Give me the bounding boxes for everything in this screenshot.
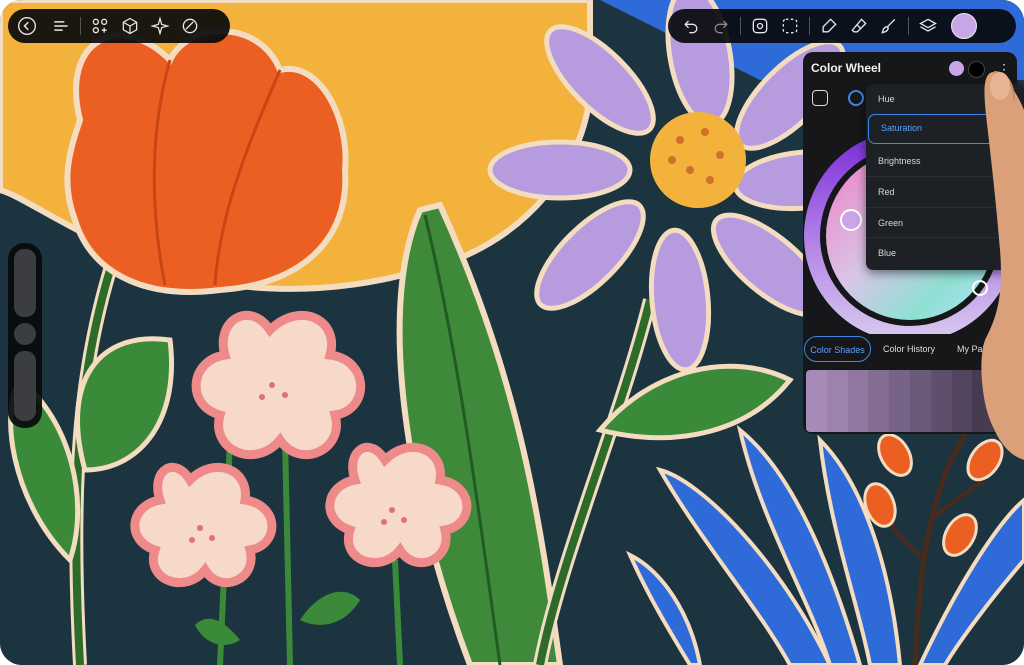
color-wheel-mode-icon[interactable] (848, 90, 864, 106)
opacity-slider[interactable] (14, 351, 36, 421)
more-options-icon[interactable]: ⋮ (997, 61, 1011, 78)
color-mode-dropdown: Hue Saturation Brightness Red Green Blue (866, 84, 1024, 270)
transform-icon[interactable] (745, 11, 775, 41)
menu-icon[interactable] (46, 11, 76, 41)
canvas-frame: Color Wheel ⋮ Color Shades Color History… (0, 0, 1024, 665)
side-slider-bar (8, 243, 42, 428)
shade-swatch[interactable] (993, 370, 1014, 432)
toolbar-divider (908, 17, 909, 35)
color-picker-mode-icon[interactable] (812, 90, 828, 106)
secondary-color-swatch[interactable] (968, 61, 985, 78)
modify-button[interactable] (14, 323, 36, 345)
shade-swatch[interactable] (806, 370, 827, 432)
brush-icon[interactable] (874, 11, 904, 41)
brush-size-slider[interactable] (14, 249, 36, 317)
tab-color-shades[interactable]: Color Shades (804, 336, 871, 362)
selection-icon[interactable] (775, 11, 805, 41)
back-icon[interactable] (12, 11, 42, 41)
toolbar-divider (740, 17, 741, 35)
redo-icon[interactable] (706, 11, 736, 41)
layers-icon[interactable] (913, 11, 943, 41)
shade-swatch[interactable] (868, 370, 890, 432)
eraser-shape-icon[interactable] (175, 11, 205, 41)
shade-swatch[interactable] (847, 370, 869, 432)
wand-icon[interactable] (145, 11, 175, 41)
pen-icon[interactable] (814, 11, 844, 41)
shade-swatch[interactable] (889, 370, 910, 432)
eraser-icon[interactable] (844, 11, 874, 41)
shade-swatch[interactable] (972, 370, 994, 432)
shade-swatch[interactable] (930, 370, 952, 432)
left-toolbar (8, 9, 230, 43)
mode-option-brightness[interactable]: Brightness (866, 146, 1024, 176)
undo-icon[interactable] (676, 11, 706, 41)
right-toolbar (668, 9, 1016, 43)
shade-strip[interactable] (806, 370, 1014, 432)
add-shape-icon[interactable] (85, 11, 115, 41)
shade-swatch[interactable] (909, 370, 931, 432)
mode-option-saturation[interactable]: Saturation (868, 114, 1020, 144)
toolbar-divider (809, 17, 810, 35)
tab-my-palettes[interactable]: My Pale (948, 336, 1008, 362)
cube-icon[interactable] (115, 11, 145, 41)
mode-option-red[interactable]: Red (866, 176, 1024, 206)
panel-title: Color Wheel (811, 61, 882, 75)
current-color-swatch[interactable] (951, 13, 977, 39)
shade-swatch[interactable] (951, 370, 973, 432)
primary-color-swatch[interactable] (949, 61, 964, 76)
tab-color-history[interactable]: Color History (877, 336, 941, 362)
mode-option-green[interactable]: Green (866, 207, 1024, 237)
mode-option-hue[interactable]: Hue (866, 84, 1024, 114)
shade-swatch[interactable] (826, 370, 848, 432)
toolbar-divider (80, 17, 81, 35)
mode-option-blue[interactable]: Blue (866, 237, 1024, 267)
